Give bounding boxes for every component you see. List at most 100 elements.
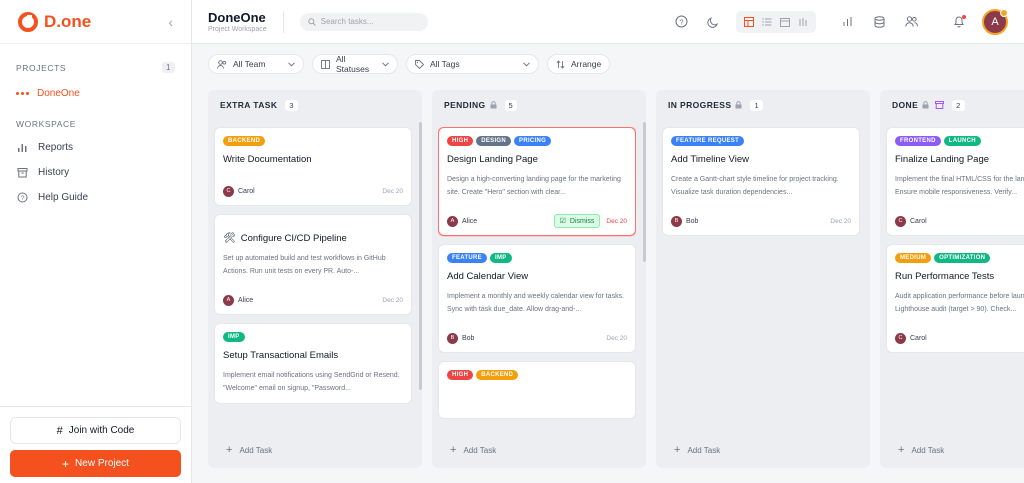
new-project-button[interactable]: + New Project xyxy=(10,450,181,477)
join-label: Join with Code xyxy=(68,425,135,436)
sidebar-item-reports[interactable]: Reports xyxy=(0,135,191,160)
card-description: Implement the final HTML/CSS for the lan… xyxy=(895,176,1024,196)
avatar: B xyxy=(671,215,682,227)
search-input[interactable]: Search tasks... xyxy=(299,12,428,31)
column-in-progress: IN PROGRESS 1 FEATURE REQUEST Add Timeli… xyxy=(656,90,870,468)
card-title: Configure CI/CD Pipeline xyxy=(240,233,347,244)
column-title: IN PROGRESS xyxy=(668,100,732,110)
task-card[interactable]: FEATURE REQUEST Add Timeline View Create… xyxy=(662,127,860,236)
sidebar-item-help-guide[interactable]: ? Help Guide xyxy=(0,185,191,210)
assignee-name: Alice xyxy=(238,296,254,304)
chevron-down-icon xyxy=(517,61,530,67)
new-project-label: New Project xyxy=(75,458,129,469)
help-icon[interactable]: ? xyxy=(672,13,690,31)
chevron-left-icon[interactable]: ‹ xyxy=(168,14,173,30)
column-count: 1 xyxy=(750,99,764,111)
add-task-button[interactable]: + Add Task xyxy=(674,440,720,460)
task-card[interactable]: 🛠 Configure CI/CD Pipeline Set up automat… xyxy=(214,214,412,315)
svg-text:?: ? xyxy=(679,17,683,26)
tags-filter-dropdown[interactable]: All Tags xyxy=(406,54,539,74)
due-date: Dec 20 xyxy=(606,334,627,342)
search-placeholder: Search tasks... xyxy=(320,17,374,26)
add-task-button[interactable]: + Add Task xyxy=(226,440,272,460)
task-card[interactable]: FEATURE IMP Add Calendar View Implement … xyxy=(438,244,636,353)
sidebar-item-label: Help Guide xyxy=(38,192,89,203)
check-square-icon: ☑ xyxy=(559,218,566,225)
task-card[interactable]: MEDIUM OPTIMIZATION Run Performance Test… xyxy=(886,244,1024,353)
bell-icon[interactable] xyxy=(950,13,968,31)
plus-icon: + xyxy=(62,456,70,471)
calendar-view-icon[interactable] xyxy=(776,13,794,31)
users-icon[interactable] xyxy=(902,13,920,31)
view-switcher xyxy=(736,10,816,33)
column-count: 3 xyxy=(285,99,298,111)
board-view-icon[interactable] xyxy=(740,13,758,31)
join-with-code-button[interactable]: # Join with Code xyxy=(10,417,181,444)
add-task-label: Add Task xyxy=(239,445,273,455)
tag-badge: PRICING xyxy=(514,136,552,146)
add-task-button[interactable]: + Add Task xyxy=(898,440,944,460)
task-card[interactable]: BACKEND Write Documentation C Carol Dec … xyxy=(214,127,412,206)
tag-badge: BACKEND xyxy=(223,136,266,146)
database-icon[interactable] xyxy=(870,13,888,31)
logo-icon xyxy=(18,11,38,32)
card-description: Implement a monthly and weekly calendar … xyxy=(447,293,625,313)
team-filter-dropdown[interactable]: All Team xyxy=(208,54,304,74)
user-avatar[interactable]: A xyxy=(982,8,1008,35)
tag-badge: MEDIUM xyxy=(895,253,932,263)
column-title: PENDING xyxy=(444,100,486,110)
card-title: Write Documentation xyxy=(223,154,312,165)
top-bar: DoneOne Project Workspace Search tasks..… xyxy=(192,0,1024,44)
card-title: Add Timeline View xyxy=(671,154,749,165)
add-task-label: Add Task xyxy=(463,445,497,455)
sidebar-item-history[interactable]: History xyxy=(0,160,191,185)
add-task-button[interactable]: + Add Task xyxy=(450,440,496,460)
tag-badge: HIGH xyxy=(447,370,474,380)
archive-icon xyxy=(16,167,28,179)
status-filter-dropdown[interactable]: All Statuses xyxy=(312,54,398,74)
task-card[interactable]: IMP Setup Transactional Emails Implement… xyxy=(214,323,412,404)
workspace-subtitle: Project Workspace xyxy=(208,26,267,33)
card-title: Run Performance Tests xyxy=(895,271,995,282)
add-task-label: Add Task xyxy=(911,445,945,455)
project-dots-icon xyxy=(16,91,29,95)
tag-badge: OPTIMIZATION xyxy=(934,253,991,263)
sidebar-item-label: History xyxy=(38,167,70,178)
workspace-name: DoneOne xyxy=(208,10,266,25)
due-date: Dec 20 xyxy=(382,296,403,304)
sidebar: D.one ‹ PROJECTS 1 DoneOne WORKSPACE Rep… xyxy=(0,0,192,483)
tags-filter-value: All Tags xyxy=(430,59,460,69)
card-description: Design a high-converting landing page fo… xyxy=(447,176,621,196)
task-card[interactable]: HIGH BACKEND xyxy=(438,361,636,419)
task-card[interactable]: FRONTEND LAUNCH Finalize Landing Page Im… xyxy=(886,127,1024,236)
scrollbar[interactable] xyxy=(419,122,422,390)
tag-badge: HIGH xyxy=(447,136,474,146)
sidebar-item-doneone[interactable]: DoneOne xyxy=(0,83,191,103)
filter-bar: All Team All Statuses All Tags Arrange xyxy=(192,44,1024,84)
chevron-down-icon xyxy=(376,61,389,67)
timeline-view-icon[interactable] xyxy=(794,13,812,31)
tag-badge: FEATURE xyxy=(447,253,487,263)
team-filter-value: All Team xyxy=(233,59,266,69)
due-date: Dec 20 xyxy=(830,217,851,225)
moon-icon[interactable] xyxy=(704,13,722,31)
column-pending: PENDING 5 HIGH DESIGN PRICING Design Lan… xyxy=(432,90,646,468)
card-description: Audit application performance before lau… xyxy=(895,293,1024,313)
assignee-name: Carol xyxy=(910,217,927,225)
avatar: C xyxy=(895,215,906,227)
arrange-button[interactable]: Arrange xyxy=(547,54,611,74)
column-extra-task: EXTRA TASK 3 BACKEND Write Documentation… xyxy=(208,90,422,468)
analytics-icon[interactable] xyxy=(838,13,856,31)
list-view-icon[interactable] xyxy=(758,13,776,31)
task-card[interactable]: HIGH DESIGN PRICING Design Landing Page … xyxy=(438,127,636,236)
tag-badge: FRONTEND xyxy=(895,136,941,146)
add-task-label: Add Task xyxy=(687,445,721,455)
dismiss-button[interactable]: ☑ Dismiss xyxy=(553,214,601,228)
lock-icon xyxy=(490,101,497,109)
sidebar-item-label: Reports xyxy=(38,142,74,153)
scrollbar[interactable] xyxy=(643,122,646,262)
svg-text:?: ? xyxy=(20,195,24,202)
archive-icon[interactable] xyxy=(935,101,945,109)
plus-icon: + xyxy=(226,444,233,456)
tag-badge: BACKEND xyxy=(476,370,519,380)
